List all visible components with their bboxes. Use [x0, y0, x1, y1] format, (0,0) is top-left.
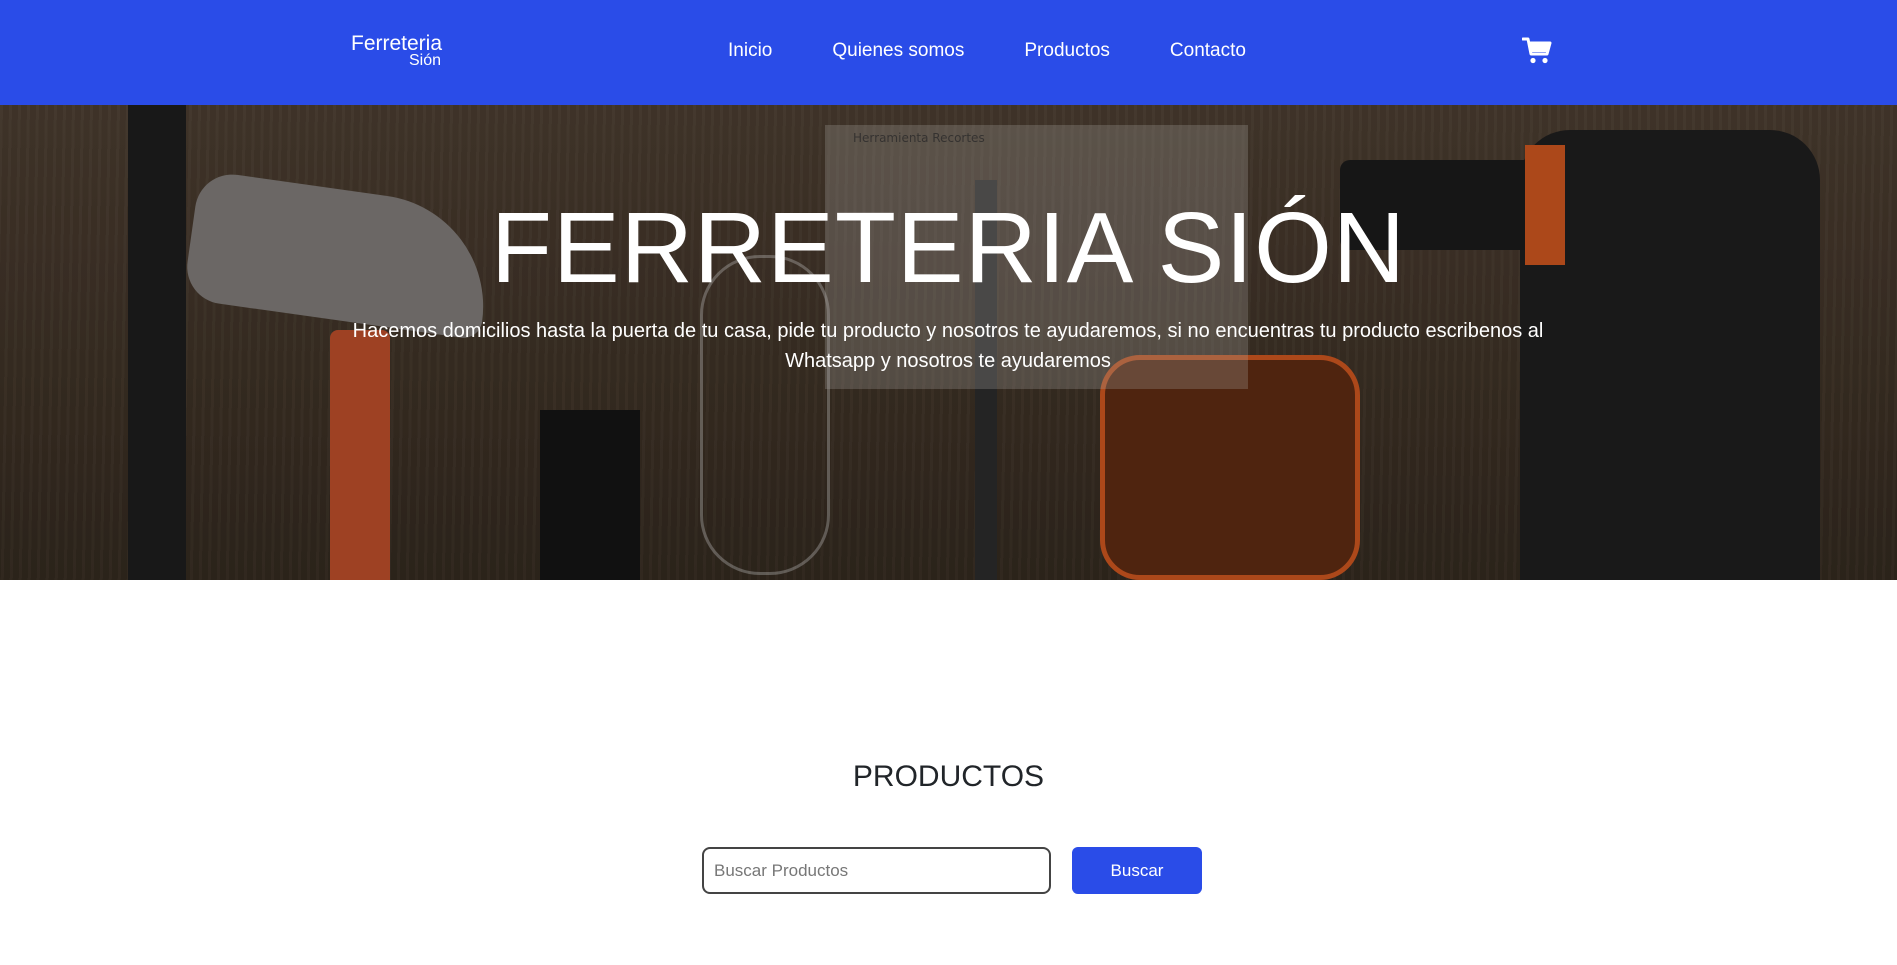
hero-title: FERRETERIA SIÓN: [490, 192, 1407, 304]
snipping-tool-label: Herramienta Recortes: [853, 131, 985, 145]
nav-link-quienes-somos[interactable]: Quienes somos: [832, 40, 964, 62]
brand-subname: Sión: [408, 52, 441, 69]
hero-subtitle: Hacemos domicilios hasta la puerta de tu…: [352, 320, 1544, 372]
brand-name: Ferreteria: [351, 32, 443, 55]
navbar: Ferreteria Sión Inicio Quienes somos Pro…: [0, 0, 1897, 105]
main-nav: Inicio Quienes somos Productos Contacto: [728, 40, 1246, 62]
brand-logo[interactable]: Ferreteria Sión: [351, 32, 443, 69]
products-section-title: PRODUCTOS: [852, 760, 1045, 793]
nav-link-contacto[interactable]: Contacto: [1170, 40, 1246, 62]
hero-banner: Herramienta Recortes FERRETERIA SIÓN Hac…: [0, 105, 1897, 580]
nav-link-productos[interactable]: Productos: [1024, 40, 1110, 62]
product-search-input[interactable]: [702, 847, 1051, 894]
search-button[interactable]: Buscar: [1072, 847, 1202, 894]
nav-link-inicio[interactable]: Inicio: [728, 40, 772, 62]
shopping-cart-icon[interactable]: [1521, 37, 1552, 65]
